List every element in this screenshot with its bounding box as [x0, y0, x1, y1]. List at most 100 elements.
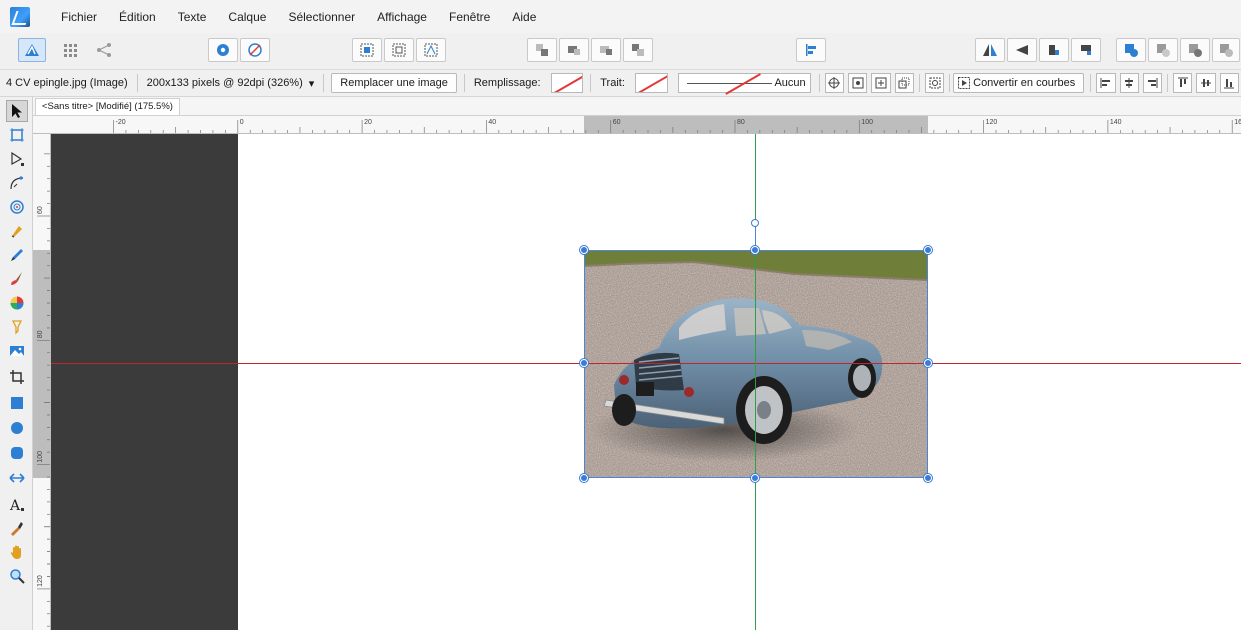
resize-handle-bottom-right[interactable] [924, 474, 932, 482]
placed-image-car[interactable] [584, 250, 928, 478]
menu-selectionner[interactable]: Sélectionner [277, 10, 366, 24]
flip-vertical-button[interactable] [1007, 38, 1037, 62]
boolean-add-button[interactable] [1116, 38, 1146, 62]
select-points-icon [424, 43, 438, 57]
distribute-icon [875, 77, 887, 89]
resize-handle-left[interactable] [580, 359, 588, 367]
place-image-tool[interactable] [6, 340, 28, 362]
pencil-tool[interactable] [6, 244, 28, 266]
rotate-right-button[interactable] [1071, 38, 1101, 62]
crop-tool[interactable] [6, 366, 28, 388]
rotate-left-button[interactable] [1039, 38, 1069, 62]
point-transform-tool-icon [10, 200, 24, 214]
menu-aide[interactable]: Aide [501, 10, 547, 24]
brush-tool[interactable] [6, 268, 28, 290]
align-center-button[interactable] [1119, 73, 1139, 93]
hand-tool[interactable] [6, 541, 28, 563]
ellipse-tool[interactable] [6, 417, 28, 439]
selected-file-label: 4 CV epingle.jpg (Image) [6, 77, 128, 89]
color-picker-tool-icon [11, 522, 23, 536]
zoom-tool-icon [10, 569, 25, 584]
boolean-subtract-button[interactable] [1148, 38, 1178, 62]
convert-to-curves-button[interactable]: Convertir en courbes [953, 73, 1085, 93]
select-inner-button[interactable] [384, 38, 414, 62]
no-fill-button[interactable] [240, 38, 270, 62]
point-transform-tool[interactable] [6, 196, 28, 218]
resize-handle-right[interactable] [924, 359, 932, 367]
pixel-persona-button[interactable] [56, 38, 84, 62]
resize-handle-bottom[interactable] [751, 474, 759, 482]
ruler-label: -20 [116, 119, 126, 126]
car-photo [584, 250, 928, 478]
ruler-label: 20 [364, 119, 372, 126]
rotation-handle[interactable] [751, 219, 759, 227]
artboard-tool-icon [10, 128, 24, 142]
distribute-button[interactable] [871, 73, 891, 93]
color-picker-tool[interactable] [6, 517, 28, 539]
node-tool[interactable] [6, 148, 28, 170]
snapping-button[interactable] [208, 38, 238, 62]
isolate-button[interactable] [847, 73, 868, 93]
rounded-rectangle-tool[interactable] [6, 442, 28, 464]
persona-designer-icon [25, 44, 39, 56]
fill-swatch[interactable] [550, 73, 584, 93]
resolution-dropdown-icon[interactable]: ▾ [309, 77, 321, 90]
menu-texte[interactable]: Texte [167, 10, 218, 24]
resize-button[interactable] [894, 73, 914, 93]
vertical-guide[interactable] [755, 134, 756, 630]
no-fill-icon [248, 43, 262, 57]
flip-horizontal-button[interactable] [975, 38, 1005, 62]
align-left-button[interactable] [1096, 73, 1116, 93]
align-bottom-button[interactable] [1219, 73, 1240, 93]
pencil-tool-icon [11, 249, 23, 261]
order-back-button[interactable] [527, 38, 557, 62]
select-bounds-button[interactable] [352, 38, 382, 62]
resize-handle-top-right[interactable] [924, 246, 932, 254]
text-tool[interactable]: A [6, 493, 28, 515]
order-forward-button[interactable] [591, 38, 621, 62]
transform-origin-button[interactable] [824, 73, 844, 93]
horizontal-guide[interactable] [51, 363, 1241, 364]
boolean-intersect-button[interactable] [1180, 38, 1210, 62]
menu-calque[interactable]: Calque [217, 10, 277, 24]
align-top-button[interactable] [1173, 73, 1193, 93]
ruler-label: 60 [613, 119, 621, 126]
transparency-tool[interactable] [6, 316, 28, 338]
move-tool[interactable] [6, 100, 28, 122]
zoom-tool[interactable] [6, 565, 28, 587]
order-backward-button[interactable] [559, 38, 589, 62]
menu-fenetre[interactable]: Fenêtre [438, 10, 501, 24]
corner-tool[interactable] [6, 172, 28, 194]
menu-fichier[interactable]: Fichier [50, 10, 108, 24]
boolean-xor-button[interactable] [1212, 38, 1240, 62]
ruler-label: 120 [986, 119, 998, 126]
pen-tool[interactable] [6, 220, 28, 242]
designer-persona-button[interactable] [18, 38, 46, 62]
vertical-ruler[interactable]: 60 80 100 120 [33, 134, 51, 630]
resize-handle-bottom-left[interactable] [580, 474, 588, 482]
resize-handle-top-left[interactable] [580, 246, 588, 254]
select-points-button[interactable] [416, 38, 446, 62]
measure-tool[interactable] [6, 467, 28, 489]
replace-image-button[interactable]: Remplacer une image [331, 73, 457, 93]
stroke-style-dropdown[interactable]: Aucun [677, 73, 811, 93]
brush-tool-icon [11, 272, 22, 285]
resize-handle-top[interactable] [751, 246, 759, 254]
align-right-button[interactable] [1142, 73, 1163, 93]
order-front-button[interactable] [623, 38, 653, 62]
menu-affichage[interactable]: Affichage [366, 10, 438, 24]
menu-edition[interactable]: Édition [108, 10, 167, 24]
rotate-reset-button[interactable] [924, 73, 945, 93]
rectangle-tool[interactable] [6, 392, 28, 414]
fill-tool[interactable] [6, 292, 28, 314]
document-tab[interactable]: <Sans titre> [Modifié] (175.5%) [35, 98, 180, 115]
text-tool-icon: A [9, 498, 24, 512]
export-persona-button[interactable] [90, 38, 118, 62]
canvas[interactable] [51, 134, 1241, 630]
stroke-swatch[interactable] [634, 73, 668, 93]
align-button[interactable] [796, 38, 826, 62]
persona-export-icon [97, 43, 111, 57]
artboard-tool[interactable] [6, 124, 28, 146]
align-middle-button[interactable] [1196, 73, 1216, 93]
horizontal-ruler[interactable]: -20 0 20 40 60 80 100 120 140 160 [33, 116, 1241, 134]
